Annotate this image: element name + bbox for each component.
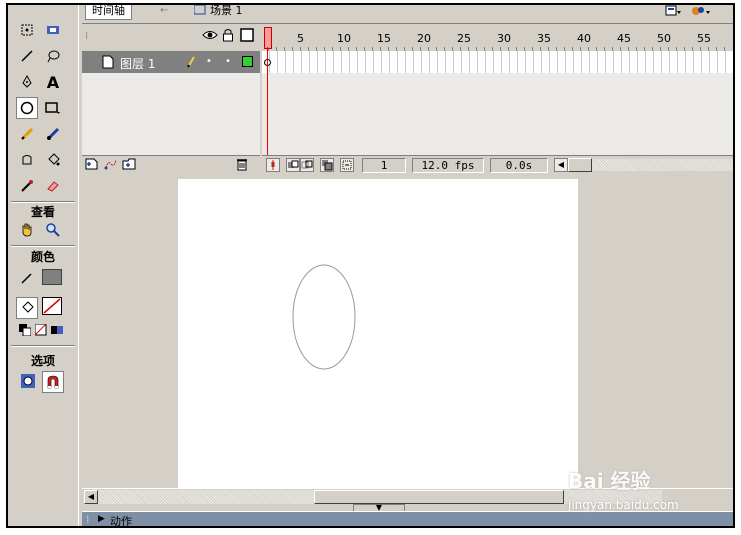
- no-color-icon[interactable]: [34, 323, 48, 337]
- layer-type-icon: [102, 55, 114, 72]
- brush-tool-icon[interactable]: [42, 123, 64, 145]
- lock-icon[interactable]: [222, 28, 234, 45]
- object-drawing-icon[interactable]: [18, 371, 38, 391]
- ruler-frame-number: 45: [617, 32, 631, 45]
- elapsed-time-field: 0.0s: [490, 158, 548, 173]
- black-white-icon[interactable]: [18, 323, 32, 337]
- subselect-tool-icon[interactable]: [42, 19, 64, 41]
- fill-color-bucket-icon: [16, 297, 38, 319]
- frame-ruler[interactable]: 1510152025303540455055: [262, 25, 733, 52]
- layer-outline-color-box[interactable]: [242, 56, 253, 67]
- onion-skin-outlines-icon[interactable]: [300, 158, 314, 172]
- swap-colors-icon[interactable]: [50, 323, 64, 337]
- center-frame-icon[interactable]: [266, 158, 280, 172]
- edit-symbols-icon[interactable]: [692, 5, 712, 20]
- layers-footer: [82, 155, 260, 174]
- delete-layer-icon[interactable]: [236, 158, 248, 174]
- current-frame-field: 1: [362, 158, 406, 173]
- view-section-title: 查看: [30, 205, 55, 219]
- ruler-frame-number: 30: [497, 32, 511, 45]
- fill-color-none-swatch[interactable]: [42, 297, 62, 315]
- zoom-tool-icon[interactable]: [42, 219, 64, 241]
- layers-header: ⁞: [82, 25, 260, 51]
- actions-panel-header[interactable]: ⁞ ▶ 动作: [82, 511, 733, 526]
- layers-empty-area: [82, 73, 260, 155]
- frame-cells[interactable]: [262, 51, 733, 74]
- watermark-brand: Bai 经验: [568, 469, 651, 493]
- insert-layer-icon[interactable]: [85, 158, 99, 173]
- layer-editing-pencil-icon: [186, 55, 196, 72]
- oval-tool-icon[interactable]: [16, 97, 38, 119]
- grip-icon[interactable]: ⁞: [85, 31, 88, 42]
- stroke-color-pencil-icon: [16, 267, 38, 289]
- timeline-tabstrip: 时间轴 ← 场景 1: [82, 5, 733, 24]
- ruler-frame-number: 20: [417, 32, 431, 45]
- watermark: Bai 经验 jingyan.baidu.com: [568, 465, 679, 512]
- pencil-tool-icon[interactable]: [16, 123, 38, 145]
- ruler-frame-number: 25: [457, 32, 471, 45]
- layer-row[interactable]: 图层 1 • •: [82, 51, 260, 73]
- actions-panel-label[interactable]: 动作: [110, 513, 132, 526]
- scene-label: 场景 1: [210, 4, 243, 17]
- text-tool-icon[interactable]: A: [42, 71, 64, 93]
- hand-tool-icon[interactable]: [16, 219, 38, 241]
- back-arrow-icon[interactable]: ←: [160, 5, 168, 16]
- ruler-frame-number: 40: [577, 32, 591, 45]
- insert-layer-folder-icon[interactable]: [122, 158, 138, 173]
- timeline-panel: 时间轴 ← 场景 1 ⁞ 图层 1 • • 5 10 15 20 25 30 3…: [82, 5, 733, 175]
- frames-empty-area: [262, 73, 733, 155]
- expand-arrow-icon[interactable]: ▶: [98, 514, 105, 524]
- paint-bucket-tool-icon[interactable]: [42, 149, 64, 171]
- ruler-frame-number: 10: [337, 32, 351, 45]
- layer-name[interactable]: 图层 1: [120, 55, 155, 72]
- modify-onion-markers-icon[interactable]: [340, 158, 354, 172]
- stage-area: [82, 177, 733, 488]
- playhead[interactable]: [264, 27, 272, 49]
- ruler-frame-number: 55: [697, 32, 711, 45]
- snap-magnet-icon[interactable]: [42, 371, 64, 393]
- add-motion-guide-icon[interactable]: [104, 158, 118, 173]
- edit-scene-icon[interactable]: [665, 5, 681, 20]
- timeline-hscroll-track[interactable]: [592, 159, 733, 171]
- ruler-frame-number: 35: [537, 32, 551, 45]
- scene-icon: [193, 5, 206, 18]
- colors-section-title: 颜色: [30, 250, 55, 264]
- flash-window: A 查看 颜色 选项 时间轴 ← 场景 1 ⁞ 图层 1 • • 5 10 15…: [6, 3, 735, 528]
- lasso-tool-icon[interactable]: [42, 45, 64, 67]
- pen-tool-icon[interactable]: [16, 71, 38, 93]
- ruler-frame-number: 15: [377, 32, 391, 45]
- arrow-tool-icon[interactable]: [16, 19, 38, 41]
- tab-timeline[interactable]: 时间轴: [85, 5, 132, 20]
- outline-icon[interactable]: [240, 28, 254, 45]
- oval-shape[interactable]: [292, 264, 356, 370]
- line-tool-icon[interactable]: [16, 45, 38, 67]
- onion-skin-icon[interactable]: [286, 158, 300, 172]
- toolbox-divider: [11, 345, 75, 347]
- timeline-status-bar: 1 12.0 fps 0.0s ◀: [262, 155, 733, 174]
- scroll-left-arrow-icon[interactable]: ◀: [84, 490, 98, 504]
- eyedropper-tool-icon[interactable]: [16, 175, 38, 197]
- grip-icon[interactable]: ⁞: [86, 513, 90, 526]
- frame-rate-field[interactable]: 12.0 fps: [412, 158, 484, 173]
- toolbox: A 查看 颜色 选项: [8, 5, 79, 526]
- stroke-color-swatch[interactable]: [42, 269, 62, 285]
- ink-bottle-tool-icon[interactable]: [16, 149, 38, 171]
- stage-hscroll-thumb[interactable]: [314, 490, 564, 504]
- options-section-title: 选项: [30, 354, 55, 368]
- ruler-frame-number: 5: [297, 32, 304, 45]
- stage[interactable]: [178, 179, 578, 488]
- watermark-url: jingyan.baidu.com: [568, 498, 679, 512]
- scroll-left-arrow-icon[interactable]: ◀: [554, 158, 568, 172]
- rectangle-tool-icon[interactable]: [42, 97, 64, 119]
- ruler-frame-number: 50: [657, 32, 671, 45]
- eye-icon[interactable]: [202, 29, 218, 44]
- layer-visible-dot[interactable]: •: [206, 56, 212, 67]
- layer-lock-dot[interactable]: •: [225, 56, 231, 67]
- eraser-tool-icon[interactable]: [42, 175, 64, 197]
- toolbox-divider: [11, 245, 75, 247]
- edit-multiple-frames-icon[interactable]: [320, 158, 334, 172]
- timeline-hscroll-thumb[interactable]: [568, 158, 592, 172]
